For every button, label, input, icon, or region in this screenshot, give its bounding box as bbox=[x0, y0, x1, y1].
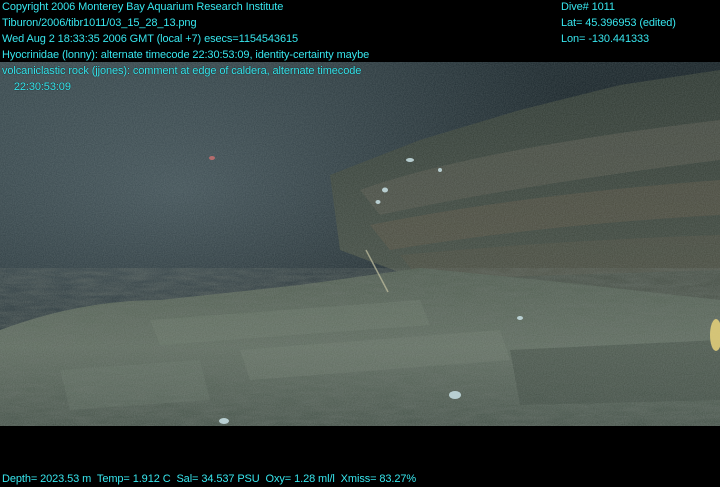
sensor-readout: Depth= 2023.53 m Temp= 1.912 C Sal= 34.5… bbox=[2, 473, 417, 485]
image-path-line: Tiburon/2006/tibr1011/03_15_28_13.png bbox=[2, 17, 197, 29]
annotation-line-1: Hyocrinidae (lonny): alternate timecode … bbox=[2, 49, 370, 61]
annotation-line-3: 22:30:53:09 bbox=[2, 81, 71, 93]
overlay-top-right: Dive# 1011 Lat= 45.396953 (edited) Lon= … bbox=[561, 0, 676, 47]
timestamp-line: Wed Aug 2 18:33:35 2006 GMT (local +7) e… bbox=[2, 33, 298, 45]
copyright-line: Copyright 2006 Monterey Bay Aquarium Res… bbox=[2, 1, 284, 13]
overlay-top-left: Copyright 2006 Monterey Bay Aquarium Res… bbox=[2, 0, 369, 95]
longitude: Lon= -130.441333 bbox=[561, 33, 650, 45]
dive-number: Dive# 1011 bbox=[561, 1, 615, 13]
annotation-line-2: volcaniclastic rock (jjones): comment at… bbox=[2, 65, 362, 77]
latitude: Lat= 45.396953 (edited) bbox=[561, 17, 676, 29]
